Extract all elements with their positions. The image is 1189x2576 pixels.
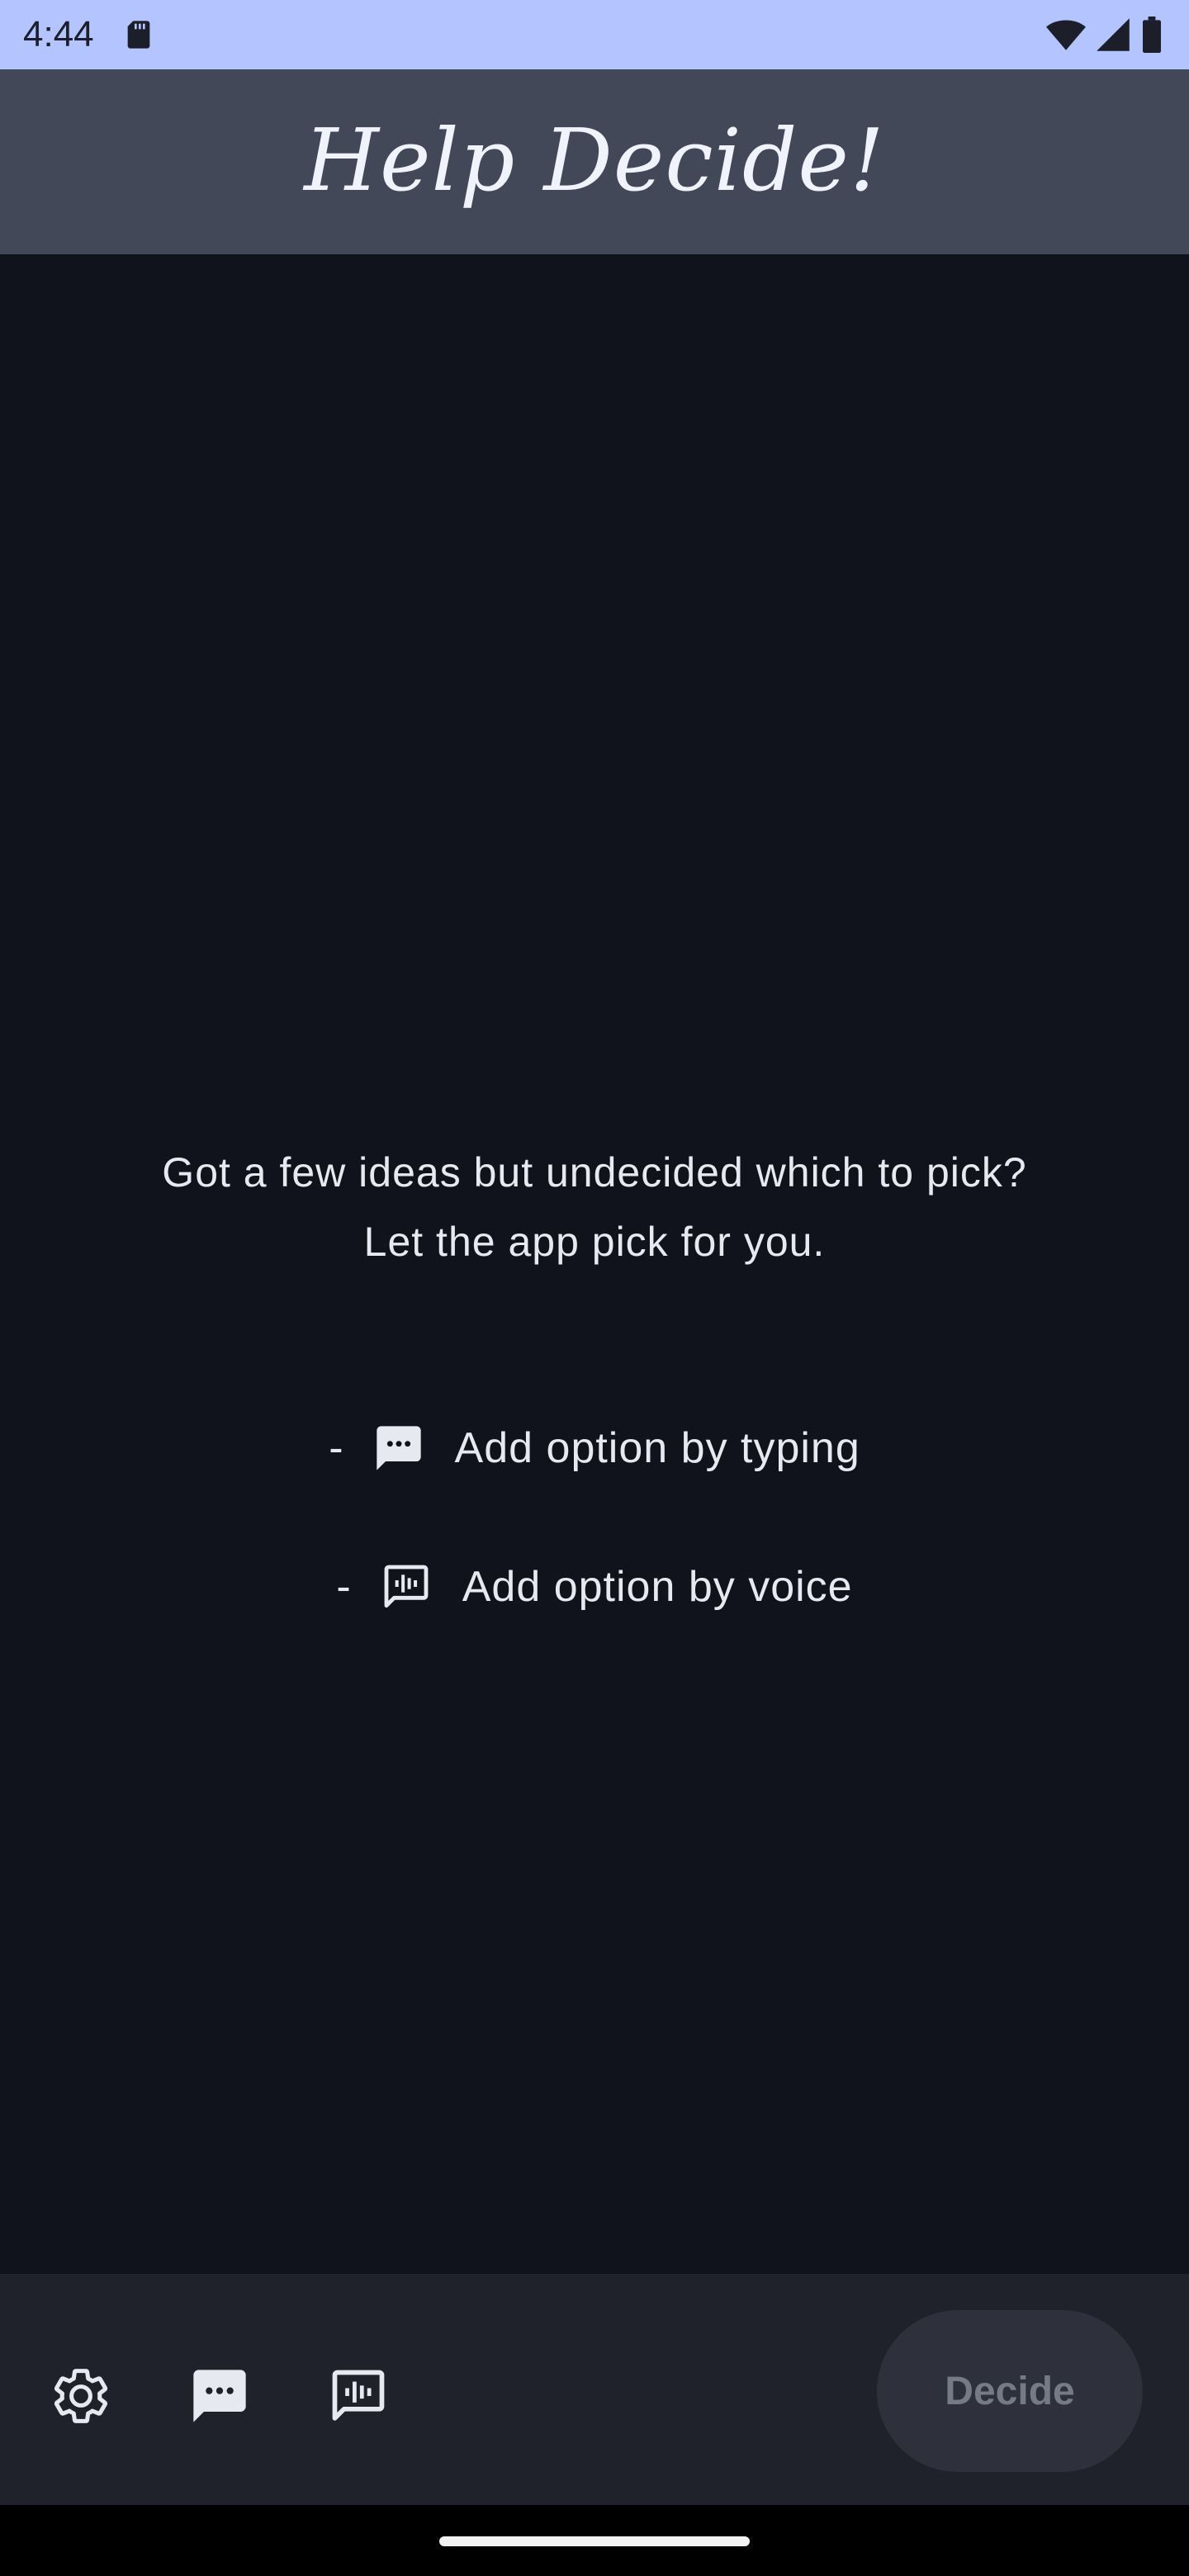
hint-typing: - Add option by typing xyxy=(0,1415,1189,1481)
message-dots-icon xyxy=(376,1426,421,1470)
battery-icon xyxy=(1143,17,1161,53)
settings-icon xyxy=(54,2369,108,2423)
sd-card-icon xyxy=(127,21,150,49)
settings-button[interactable] xyxy=(50,2365,112,2427)
hint-dash: - xyxy=(329,1424,344,1472)
decide-button[interactable]: Decide xyxy=(877,2310,1143,2472)
signal-icon xyxy=(1097,18,1130,51)
hint-voice: - Add option by voice xyxy=(0,1554,1189,1620)
intro-line-2: Let the app pick for you. xyxy=(363,1219,826,1265)
home-gesture-handle[interactable] xyxy=(439,2536,750,2546)
voice-message-icon xyxy=(384,1565,429,1608)
wifi-icon xyxy=(1046,20,1086,50)
hint-voice-label: Add option by voice xyxy=(462,1563,853,1611)
add-option-voice-button[interactable] xyxy=(327,2365,390,2427)
bottom-bar: Decide xyxy=(0,2274,1189,2505)
intro-text: Got a few ideas but undecided which to p… xyxy=(50,1138,1139,1276)
voice-message-icon xyxy=(332,2370,385,2421)
app-title: Help Decide! xyxy=(304,110,885,211)
app-bar: Help Decide! xyxy=(0,69,1189,254)
message-dots-icon xyxy=(193,2370,246,2422)
hint-dash: - xyxy=(336,1563,352,1611)
main-content: Got a few ideas but undecided which to p… xyxy=(0,254,1189,2274)
navigation-bar xyxy=(0,2505,1189,2576)
hint-typing-label: Add option by typing xyxy=(454,1424,860,1472)
status-time: 4:44 xyxy=(23,14,94,54)
status-bar: 4:44 xyxy=(0,0,1189,69)
status-icons xyxy=(1045,17,1164,53)
add-option-typing-button[interactable] xyxy=(188,2365,251,2427)
intro-line-1: Got a few ideas but undecided which to p… xyxy=(162,1149,1027,1196)
